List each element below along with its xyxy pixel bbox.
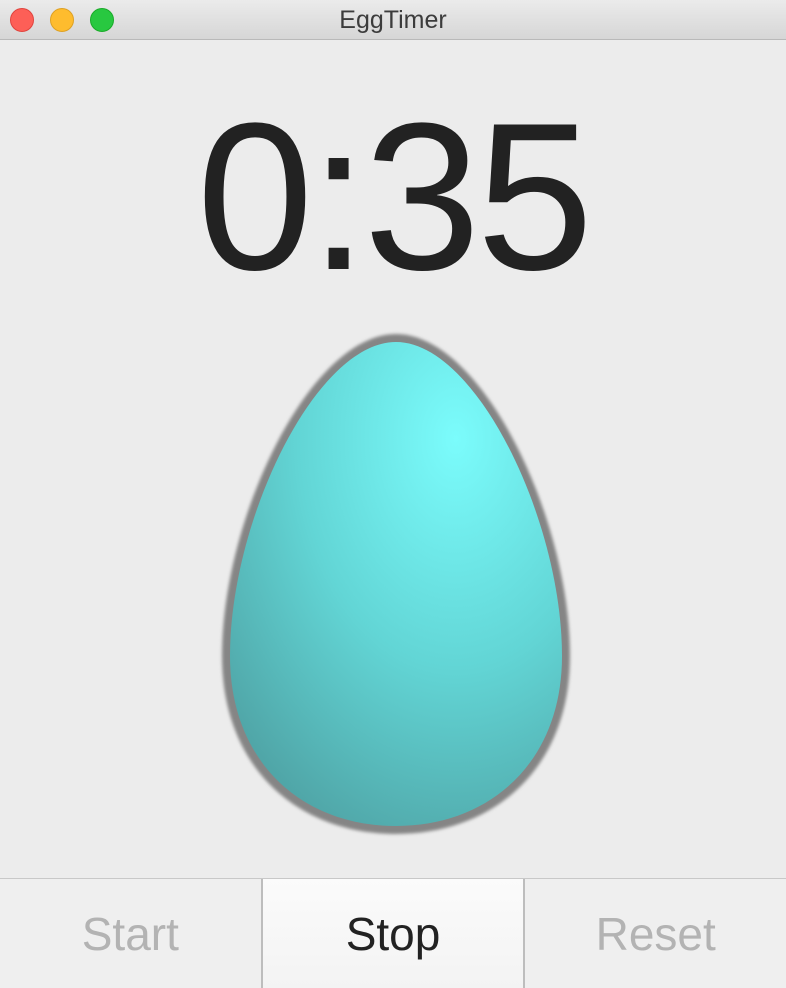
reset-button[interactable]: Reset <box>525 879 786 988</box>
timer-display: 0:35 <box>196 79 594 314</box>
app-window: EggTimer 0:35 Start Stop Reset <box>0 0 786 988</box>
title-bar[interactable]: EggTimer <box>0 0 786 40</box>
egg-body <box>230 342 562 826</box>
stop-button[interactable]: Stop <box>260 879 526 988</box>
control-button-bar: Start Stop Reset <box>0 878 786 988</box>
window-title: EggTimer <box>339 6 447 34</box>
egg-graphic <box>214 328 578 840</box>
start-button[interactable]: Start <box>0 879 261 988</box>
egg-icon <box>222 334 570 834</box>
